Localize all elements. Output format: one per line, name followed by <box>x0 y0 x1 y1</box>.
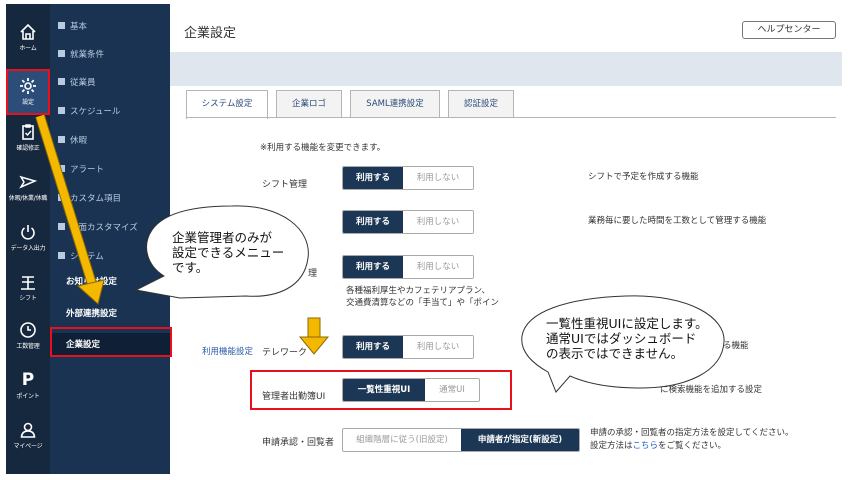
left-callout-text: 企業管理者のみが 設定できるメニュー です。 <box>172 230 285 275</box>
diagonal-arrow <box>35 114 105 305</box>
right-callout-text: 一覧性重視UIに設定します。 通常UIではダッシュボード の表示ではできません。 <box>546 316 708 361</box>
down-arrow <box>298 317 330 355</box>
annotation-overlay <box>35 114 725 393</box>
